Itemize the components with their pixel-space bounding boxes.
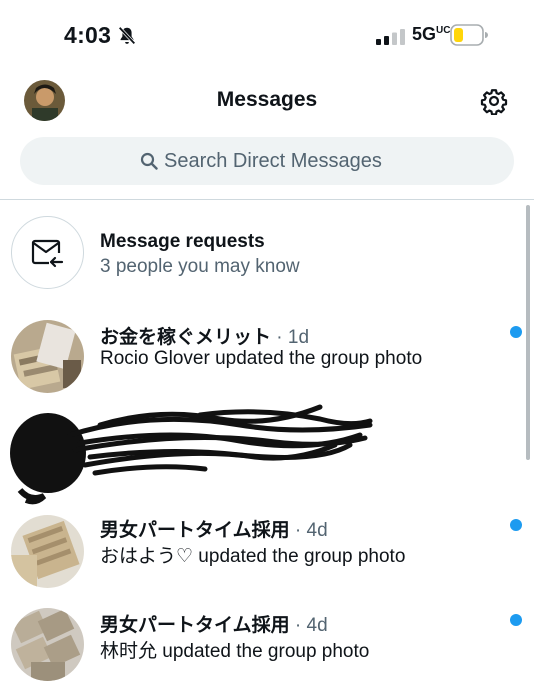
gear-icon[interactable] <box>480 87 508 115</box>
conversation-title: 男女パートタイム採用 · 4d <box>100 615 328 636</box>
conversation-preview: 林时允 updated the group photo <box>100 641 370 662</box>
bell-slash-icon <box>118 26 136 45</box>
conversation-title: 男女パートタイム採用 · 4d <box>100 520 328 541</box>
scrollbar[interactable] <box>526 205 530 460</box>
status-time: 4:03 <box>64 22 112 48</box>
search-icon <box>140 152 158 170</box>
conversation-row[interactable]: お金を稼ぐメリット · 1d Rocio Glover updated the … <box>0 312 522 400</box>
requests-subtitle: 3 people you may know <box>100 256 300 277</box>
message-requests-row[interactable]: Message requests 3 people you may know <box>0 210 520 298</box>
status-bar: 4:03 5GUC <box>0 0 534 66</box>
network-label: 5GUC <box>412 24 451 44</box>
requests-avatar <box>11 216 84 289</box>
group-avatar <box>11 608 84 681</box>
conversation-row[interactable]: 男女パートタイム採用 · 4d 林时允 updated the group ph… <box>0 600 522 688</box>
requests-title: Message requests <box>100 231 265 252</box>
group-avatar <box>11 320 84 393</box>
envelope-arrow-icon <box>31 239 63 267</box>
battery-icon <box>450 24 488 46</box>
redaction-scribble <box>10 404 373 505</box>
group-avatar <box>11 515 84 588</box>
unread-dot <box>510 614 522 626</box>
conversation-row[interactable]: 男女パートタイム採用 · 4d おはよう♡ updated the group … <box>0 505 522 593</box>
search-input[interactable] <box>164 149 394 173</box>
unread-dot <box>510 519 522 531</box>
divider <box>0 199 534 200</box>
conversation-title: お金を稼ぐメリット · 1d <box>100 327 310 348</box>
signal-icon <box>376 29 405 45</box>
unread-dot <box>510 326 522 338</box>
search-bar[interactable] <box>20 137 514 185</box>
conversation-preview: おはよう♡ updated the group photo <box>100 546 406 567</box>
page-title: Messages <box>216 88 318 111</box>
conversation-preview: Rocio Glover updated the group photo <box>100 348 423 369</box>
